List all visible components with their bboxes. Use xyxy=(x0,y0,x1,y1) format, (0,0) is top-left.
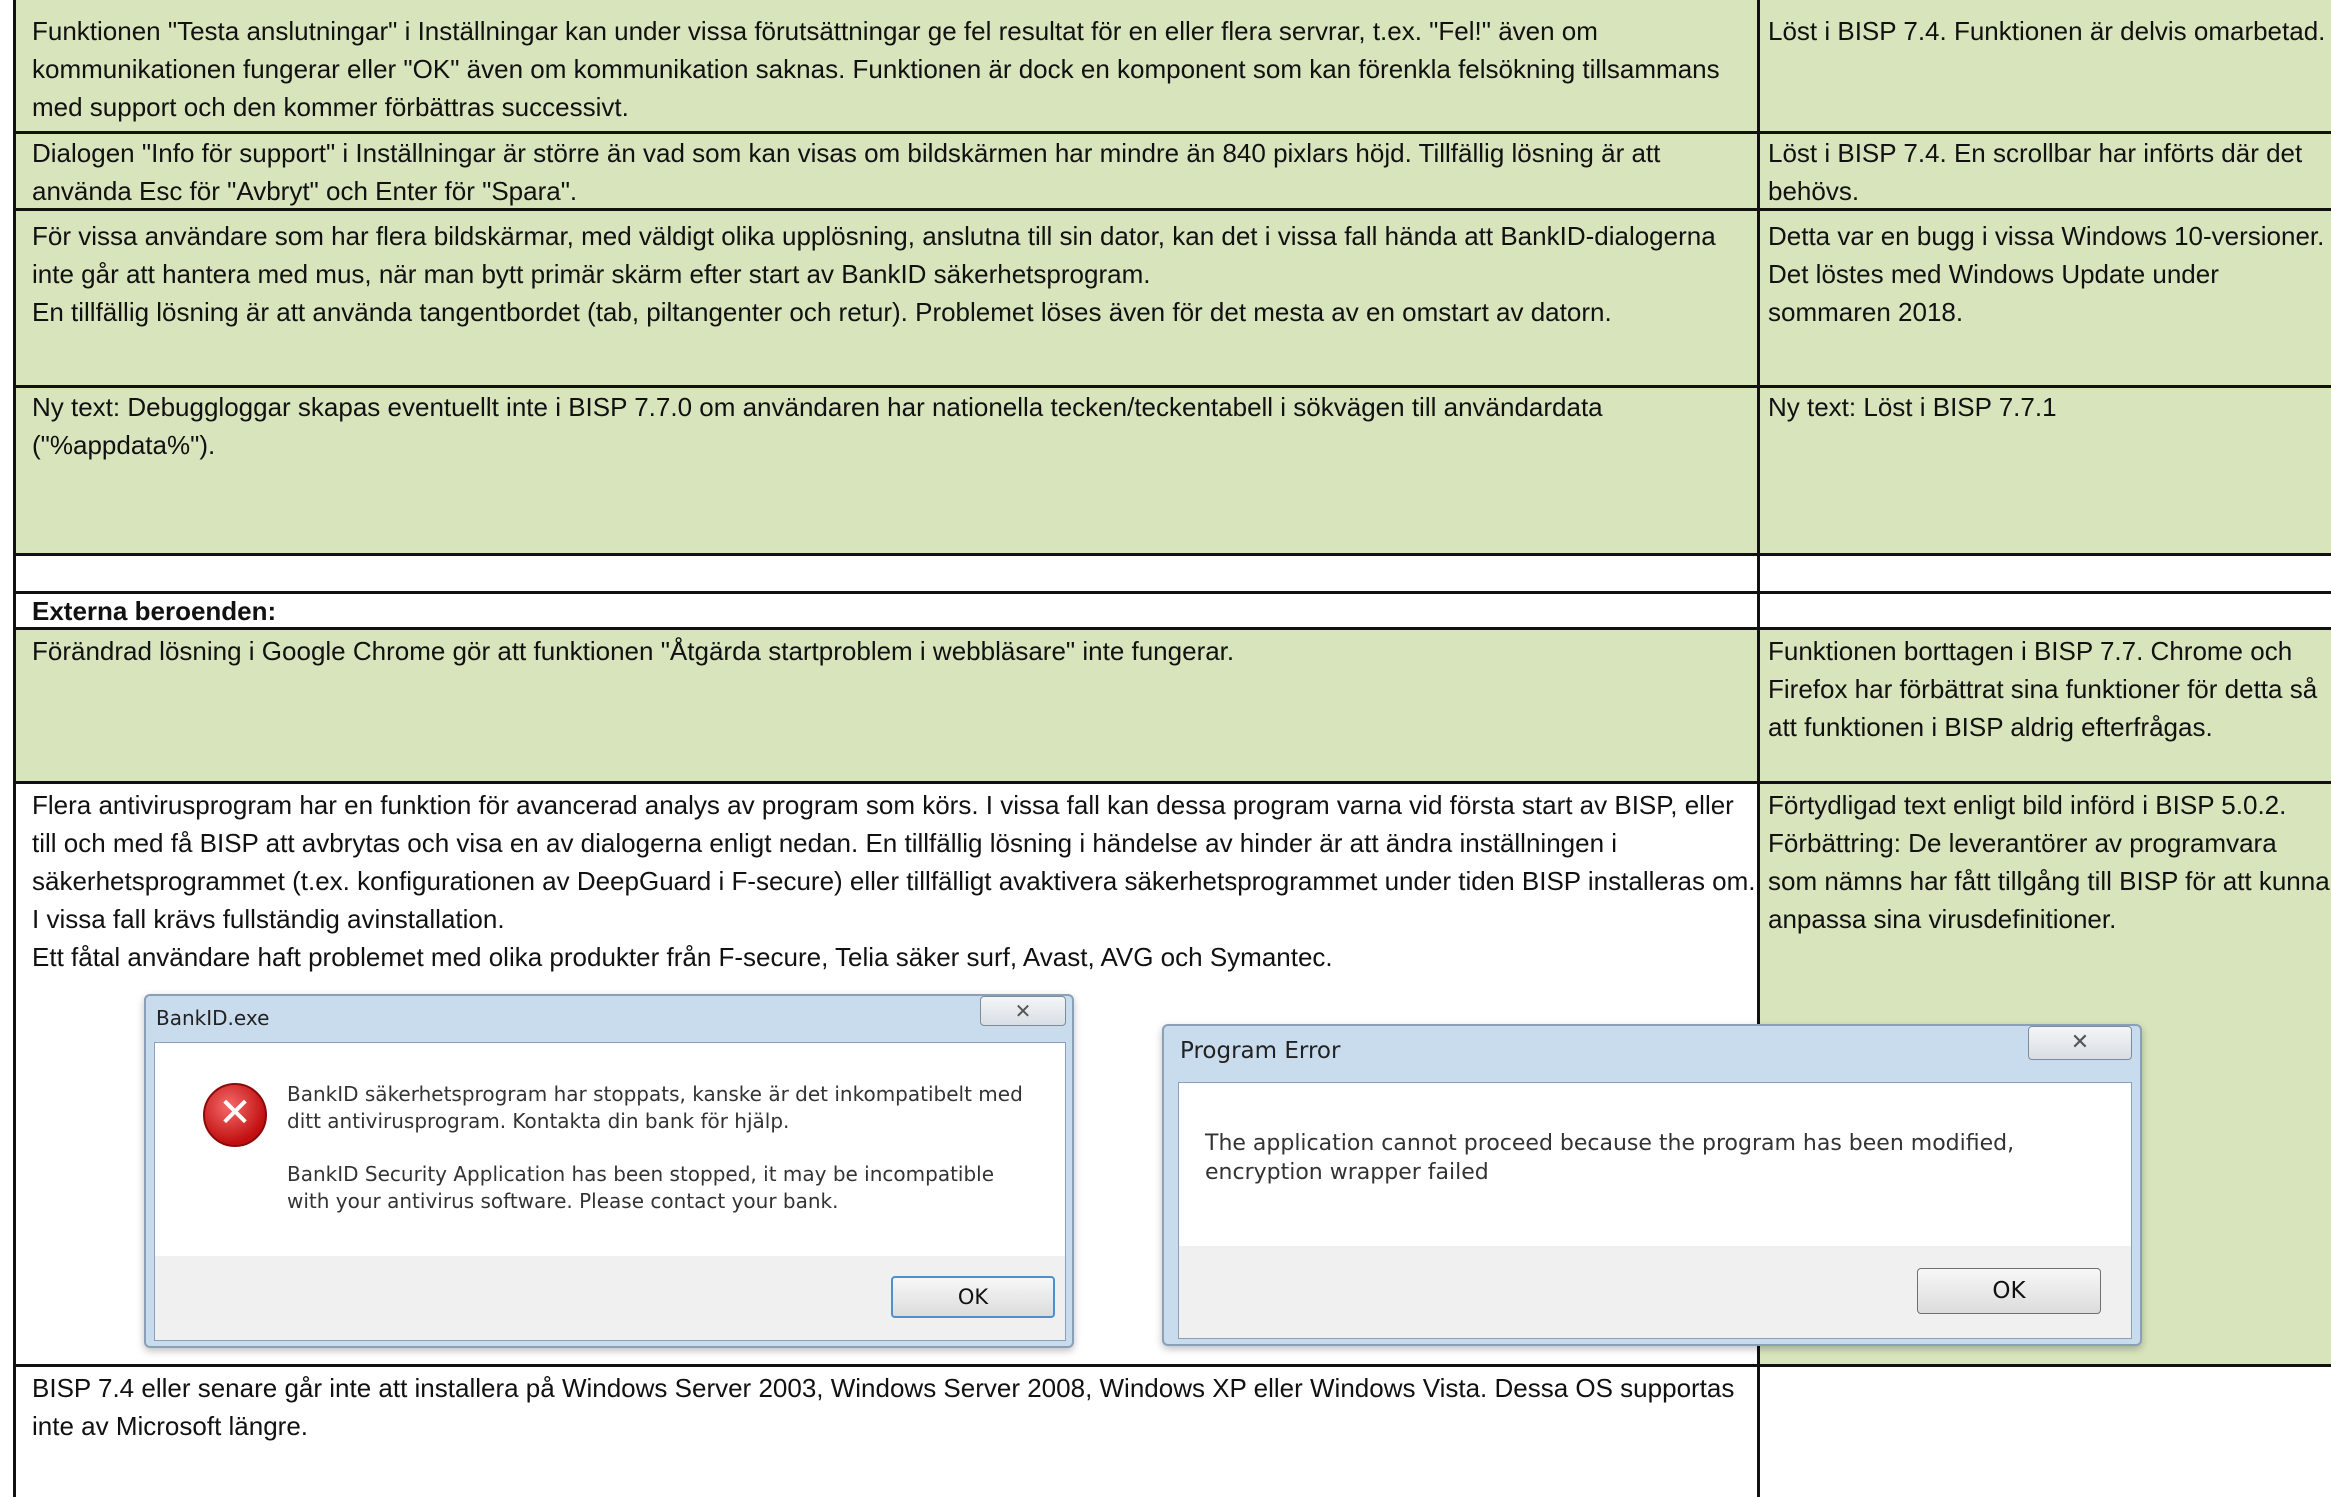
status-text: Ny text: Löst i BISP 7.7.1 xyxy=(1768,392,2057,422)
dialog-message: The application cannot proceed because t… xyxy=(1205,1131,2015,1185)
status-cell: Ny text: Löst i BISP 7.7.1 xyxy=(1760,388,2331,556)
issue-cell: För vissa användare som har flera bildsk… xyxy=(13,211,1760,388)
status-text: Löst i BISP 7.4. Funktionen är delvis om… xyxy=(1768,16,2326,46)
dialog-message: BankID säkerhetsprogram har stoppats, ka… xyxy=(287,1081,1027,1215)
table-row: Dialogen "Info för support" i Inställnin… xyxy=(0,134,2331,211)
empty-cell xyxy=(1760,594,2331,630)
status-cell: Funktionen borttagen i BISP 7.7. Chrome … xyxy=(1760,630,2331,784)
table-row: Funktionen "Testa anslutningar" i Instäl… xyxy=(0,0,2331,134)
status-text: Löst i BISP 7.4. En scrollbar har infört… xyxy=(1768,138,2303,206)
status-cell xyxy=(1760,1367,2331,1497)
issue-text: Funktionen "Testa anslutningar" i Instäl… xyxy=(32,16,1720,122)
status-text: Detta var en bugg i vissa Windows 10-ver… xyxy=(1768,221,2325,327)
issue-text: BISP 7.4 eller senare går inte att insta… xyxy=(32,1373,1735,1441)
issue-text: För vissa användare som har flera bildsk… xyxy=(32,221,1723,289)
issue-cell: Dialogen "Info för support" i Inställnin… xyxy=(13,134,1760,211)
issue-cell: Funktionen "Testa anslutningar" i Instäl… xyxy=(13,0,1760,134)
dialog-footer: OK xyxy=(1178,1246,2132,1339)
issue-text: Flera antivirusprogram har en funktion f… xyxy=(32,790,1756,934)
error-icon: ✕ xyxy=(203,1083,267,1147)
table-row xyxy=(0,556,2331,594)
table-row: Ny text: Debuggloggar skapas eventuellt … xyxy=(0,388,2331,556)
table-row: För vissa användare som har flera bildsk… xyxy=(0,211,2331,388)
section-heading-text: Externa beroenden: xyxy=(32,596,277,626)
bankid-error-dialog: BankID.exe ✕ ✕ BankID säkerhetsprogram h… xyxy=(144,994,1074,1348)
issue-text-2: Ett fåtal användare haft problemet med o… xyxy=(32,942,1333,972)
table-row: BISP 7.4 eller senare går inte att insta… xyxy=(0,1367,2331,1497)
empty-cell xyxy=(1760,556,2331,594)
table-row: Externa beroenden: xyxy=(0,594,2331,630)
issue-text-2: En tillfällig lösning är att använda tan… xyxy=(32,297,1612,327)
status-text: Förtydligad text enligt bild införd i BI… xyxy=(1768,790,2330,934)
dialog-footer: OK xyxy=(154,1256,1066,1341)
dialog-title: BankID.exe xyxy=(156,1006,270,1030)
table-row: Förändrad lösning i Google Chrome gör at… xyxy=(0,630,2331,784)
status-cell: Löst i BISP 7.4. Funktionen är delvis om… xyxy=(1760,0,2331,134)
ok-button[interactable]: OK xyxy=(1917,1268,2101,1314)
dialog-message-en: BankID Security Application has been sto… xyxy=(287,1162,995,1213)
empty-cell xyxy=(13,556,1760,594)
close-icon[interactable]: ✕ xyxy=(980,996,1066,1026)
issue-text: Dialogen "Info för support" i Inställnin… xyxy=(32,138,1661,206)
issue-cell: Förändrad lösning i Google Chrome gör at… xyxy=(13,630,1760,784)
program-error-dialog: Program Error ✕ The application cannot p… xyxy=(1162,1024,2142,1346)
status-cell: Löst i BISP 7.4. En scrollbar har infört… xyxy=(1760,134,2331,211)
close-icon[interactable]: ✕ xyxy=(2028,1026,2132,1060)
ok-button[interactable]: OK xyxy=(891,1276,1055,1318)
issue-cell: Ny text: Debuggloggar skapas eventuellt … xyxy=(13,388,1760,556)
section-heading: Externa beroenden: xyxy=(13,594,1760,630)
issue-cell: BISP 7.4 eller senare går inte att insta… xyxy=(13,1367,1760,1497)
issue-text: Ny text: Debuggloggar skapas eventuellt … xyxy=(32,392,1603,460)
dialog-body: The application cannot proceed because t… xyxy=(1178,1082,2132,1248)
status-cell: Detta var en bugg i vissa Windows 10-ver… xyxy=(1760,211,2331,388)
dialog-body: ✕ BankID säkerhetsprogram har stoppats, … xyxy=(154,1042,1066,1258)
status-text: Funktionen borttagen i BISP 7.7. Chrome … xyxy=(1768,636,2318,742)
dialog-message-sv: BankID säkerhetsprogram har stoppats, ka… xyxy=(287,1082,1023,1133)
issue-text: Förändrad lösning i Google Chrome gör at… xyxy=(32,636,1235,666)
dialog-title: Program Error xyxy=(1180,1038,1341,1064)
